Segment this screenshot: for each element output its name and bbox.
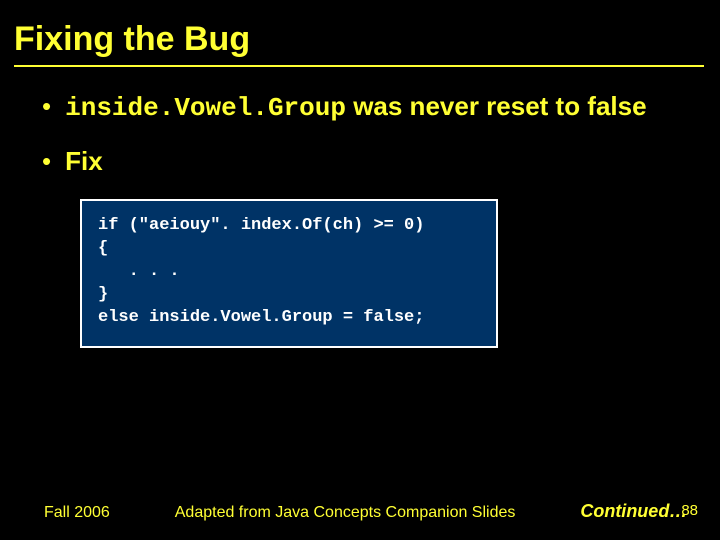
bullet-text: inside.Vowel.Group was never reset to fa…	[65, 91, 646, 124]
bullet-text: Fix	[65, 146, 103, 177]
slide-content: • inside.Vowel.Group was never reset to …	[0, 67, 720, 348]
continued-label: Continued…	[580, 501, 687, 522]
footer-center: Adapted from Java Concepts Companion Sli…	[110, 504, 581, 522]
footer-right: Continued… 88	[580, 501, 698, 522]
bullet-item: • inside.Vowel.Group was never reset to …	[42, 91, 696, 124]
slide-title: Fixing the Bug	[0, 0, 720, 65]
bullet-item: • Fix	[42, 146, 696, 177]
inline-code: inside.Vowel.Group	[65, 93, 346, 123]
bullet-marker-icon: •	[42, 148, 51, 174]
bullet-rest: was never reset to false	[346, 91, 647, 121]
slide-footer: Fall 2006 Adapted from Java Concepts Com…	[0, 501, 720, 522]
footer-left: Fall 2006	[44, 504, 110, 522]
code-block: if ("aeiouy". index.Of(ch) >= 0) { . . .…	[80, 199, 498, 348]
bullet-marker-icon: •	[42, 93, 51, 119]
page-number: 88	[681, 502, 698, 519]
